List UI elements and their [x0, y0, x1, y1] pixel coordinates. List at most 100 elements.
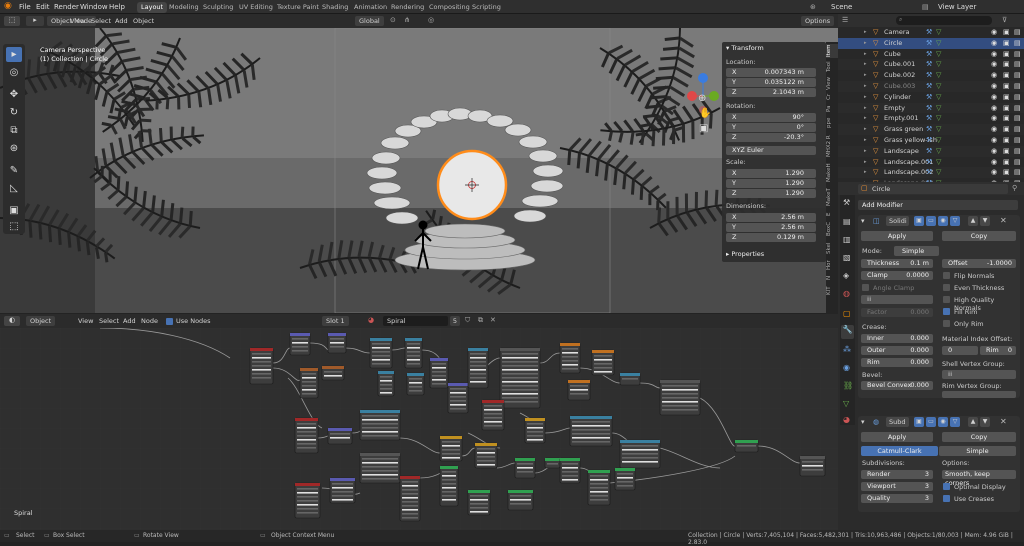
object-tab-icon[interactable]: ▢: [843, 309, 851, 318]
dimensions-z-field[interactable]: Z 0.129 m: [726, 233, 816, 242]
catmull-clark-toggle[interactable]: Catmull-Clark: [861, 446, 938, 456]
outliner-row[interactable]: ▸ ▽ Camera ⚒ ▽ ◉ ▣ ▤: [838, 27, 1024, 38]
move-down-icon[interactable]: ▼: [980, 216, 990, 226]
outliner-search-input[interactable]: ⌕: [896, 16, 992, 25]
fill-rim-checkbox[interactable]: [943, 308, 950, 315]
holdout-icon[interactable]: ▤: [1014, 113, 1021, 124]
select-tool-icon[interactable]: ▸: [6, 47, 22, 62]
modifier-icon[interactable]: ⚒: [926, 38, 932, 49]
holdout-icon[interactable]: ▤: [1014, 49, 1021, 60]
render-visibility-icon[interactable]: ▣: [1003, 92, 1010, 103]
shader-node[interactable]: [559, 457, 581, 484]
scale-z-field[interactable]: Z 1.290: [726, 189, 816, 198]
shader-node[interactable]: [447, 382, 469, 414]
tab-e[interactable]: E: [826, 210, 838, 218]
output-tab-icon[interactable]: ▥: [843, 235, 851, 244]
render-tab-icon[interactable]: ▤: [843, 217, 851, 226]
modifier-icon[interactable]: ⚒: [926, 146, 932, 157]
mesh-data-icon[interactable]: ▽: [936, 81, 941, 92]
mesh-data-icon[interactable]: ▽: [936, 92, 941, 103]
mesh-data-icon[interactable]: ▽: [936, 59, 941, 70]
render-visibility-icon[interactable]: ▣: [1003, 157, 1010, 168]
outliner-row[interactable]: ▸ ▽ Empty.001 ⚒ ▽ ◉ ▣ ▤: [838, 113, 1024, 124]
transform-tool-icon[interactable]: ⊛: [6, 141, 22, 156]
clamp-field[interactable]: Clamp 0.0000: [861, 271, 933, 280]
modifier-tab-icon[interactable]: 🔧: [841, 325, 854, 339]
3d-viewport[interactable]: Camera Perspective (1) Collection | Circ…: [0, 28, 838, 313]
visibility-eye-icon[interactable]: ◉: [991, 113, 997, 124]
annotate-tool-icon[interactable]: ✎: [6, 163, 22, 178]
visibility-eye-icon[interactable]: ◉: [991, 92, 997, 103]
shader-node[interactable]: [359, 409, 401, 441]
unlink-icon[interactable]: ✕: [490, 316, 496, 324]
modifier-icon[interactable]: ⚒: [926, 81, 932, 92]
menu-add[interactable]: Add: [115, 17, 128, 25]
mesh-data-icon[interactable]: ▽: [936, 70, 941, 81]
shader-node[interactable]: [406, 372, 425, 396]
viewport-levels-field[interactable]: Viewport 3: [861, 482, 933, 491]
copy-material-icon[interactable]: ⧉: [478, 316, 483, 325]
expand-arrow-icon[interactable]: ▸: [864, 167, 867, 178]
use-creases-checkbox[interactable]: [943, 495, 950, 502]
shader-node[interactable]: [404, 337, 423, 369]
move-up-icon[interactable]: ▲: [968, 216, 978, 226]
expand-arrow-icon[interactable]: ▸: [864, 157, 867, 168]
viewport-toggle-icon[interactable]: ▭: [926, 216, 936, 226]
dimensions-x-field[interactable]: X 2.56 m: [726, 213, 816, 222]
tab-makeh[interactable]: MakeH: [826, 162, 838, 184]
holdout-icon[interactable]: ▤: [1014, 81, 1021, 92]
visibility-eye-icon[interactable]: ◉: [991, 146, 997, 157]
material-browse-icon[interactable]: ◕: [368, 316, 374, 324]
tab-boxc[interactable]: BoxC: [826, 220, 838, 238]
editor-type-icon[interactable]: ⬚: [4, 16, 20, 26]
render-visibility-icon[interactable]: ▣: [1003, 124, 1010, 135]
modifier-icon[interactable]: ⚒: [926, 59, 932, 70]
outliner-row[interactable]: ▸ ▽ Empty ⚒ ▽ ◉ ▣ ▤: [838, 102, 1024, 114]
solidify-name-field[interactable]: Solidi: [886, 216, 909, 226]
shader-node[interactable]: [474, 442, 498, 469]
material-tab-icon[interactable]: ◕: [843, 415, 850, 424]
node-editor-canvas[interactable]: Spiral: [0, 328, 838, 530]
editor-type-icon[interactable]: ◐: [4, 316, 20, 326]
shader-node[interactable]: [544, 457, 561, 469]
blender-logo-icon[interactable]: ◉: [4, 1, 12, 11]
data-tab-icon[interactable]: ▽: [843, 399, 849, 408]
move-tool-icon[interactable]: ✥: [6, 87, 22, 102]
scale-x-field[interactable]: X 1.290: [726, 169, 816, 178]
location-y-field[interactable]: Y 0.035122 m: [726, 78, 816, 87]
tab-maket[interactable]: MakeT: [826, 186, 838, 208]
options-menu[interactable]: Options: [801, 16, 835, 26]
bevel-convex-field[interactable]: Bevel Convex 0.000: [861, 381, 933, 390]
view-layer-tab-icon[interactable]: ▧: [843, 253, 851, 262]
menu-render[interactable]: Render: [54, 3, 79, 11]
visibility-eye-icon[interactable]: ◉: [991, 38, 997, 49]
scene-selector[interactable]: Scene: [831, 3, 852, 11]
expand-arrow-icon[interactable]: ▸: [864, 59, 867, 70]
quality-field[interactable]: Quality 3: [861, 494, 933, 503]
scale-tool-icon[interactable]: ⧉: [6, 123, 22, 138]
menu-help[interactable]: Help: [109, 3, 125, 11]
tab-tool[interactable]: Tool: [826, 60, 838, 74]
expand-arrow-icon[interactable]: ▸: [864, 27, 867, 38]
even-thickness-checkbox[interactable]: [943, 284, 950, 291]
render-visibility-icon[interactable]: ▣: [1003, 70, 1010, 81]
expand-arrow-icon[interactable]: ▸: [864, 70, 867, 81]
tab-mhx2[interactable]: MHX2 R: [826, 132, 838, 160]
visibility-eye-icon[interactable]: ◉: [991, 59, 997, 70]
expand-arrow-icon[interactable]: ▸: [864, 135, 867, 146]
modifier-icon[interactable]: ⚒: [926, 124, 932, 135]
cursor-tool-icon[interactable]: ◎: [6, 65, 22, 80]
menu-file[interactable]: File: [19, 3, 31, 11]
crease-rim-field[interactable]: Rim 0.000: [861, 358, 933, 367]
shader-node[interactable]: [559, 342, 581, 374]
editmode-toggle-icon[interactable]: ▣: [914, 216, 924, 226]
modifier-icon[interactable]: ⚒: [926, 70, 932, 81]
viewport-toggle-icon[interactable]: ▭: [926, 417, 936, 427]
modifier-icon[interactable]: ⚒: [926, 49, 932, 60]
mode-dropdown[interactable]: Simple: [894, 246, 939, 256]
holdout-icon[interactable]: ▤: [1014, 157, 1021, 168]
modifier-icon[interactable]: ⚒: [926, 135, 932, 146]
menu-window[interactable]: Window: [80, 3, 108, 11]
editmode-toggle-icon[interactable]: ▣: [914, 417, 924, 427]
holdout-icon[interactable]: ▤: [1014, 167, 1021, 178]
